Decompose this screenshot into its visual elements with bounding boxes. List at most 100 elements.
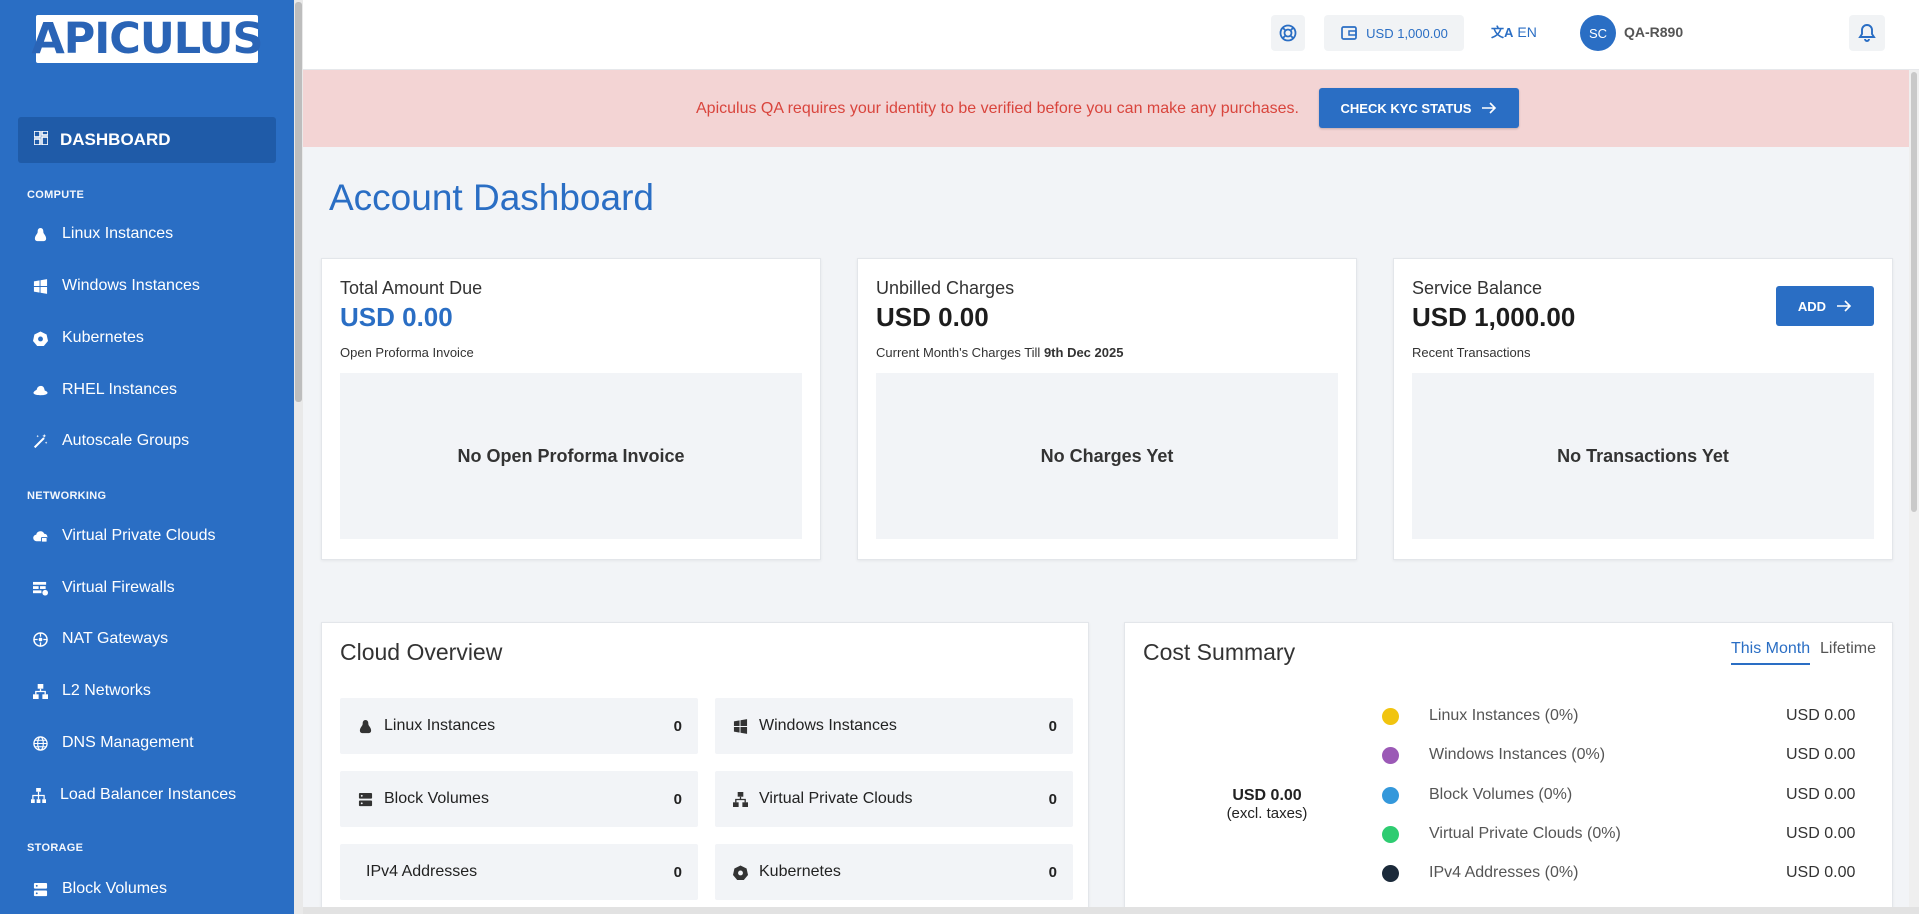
sidebar-item-nat-gateways[interactable]: NAT Gateways <box>32 625 168 653</box>
tile-count: 0 <box>1048 717 1057 735</box>
sidebar-item-label: L2 Networks <box>62 682 151 699</box>
language-selector[interactable]: 文A EN <box>1491 22 1537 41</box>
tile-label: Block Volumes <box>384 790 489 807</box>
section-title: Cost Summary <box>1143 639 1296 665</box>
main-scrollbar[interactable] <box>1909 70 1919 914</box>
sidebar-item-load-balancer-instances[interactable]: Load Balancer Instances <box>30 781 236 809</box>
empty-state: No Charges Yet <box>876 373 1338 539</box>
amount-due-value: USD 0.00 <box>340 302 453 332</box>
add-funds-button[interactable]: ADD <box>1776 286 1874 326</box>
horizontal-scrollbar[interactable] <box>303 907 1919 914</box>
windows-icon <box>32 278 48 294</box>
overview-tile-ipv4[interactable]: IPv4 Addresses 0 <box>340 844 698 900</box>
network-icon <box>731 791 749 807</box>
overview-tile-block-volumes[interactable]: Block Volumes 0 <box>340 771 698 827</box>
page-title: Account Dashboard <box>329 177 654 218</box>
username[interactable]: QA-R890 <box>1624 24 1683 40</box>
sidebar-item-windows-instances[interactable]: Windows Instances <box>32 272 200 300</box>
avatar[interactable]: SC <box>1580 15 1616 51</box>
total-amount-due-card: Total Amount Due USD 0.00 Open Proforma … <box>321 258 821 560</box>
sidebar-item-linux-instances[interactable]: Linux Instances <box>32 220 173 248</box>
cloud-overview-card: Cloud Overview Linux Instances 0 Windows… <box>321 622 1089 914</box>
overview-tile-linux[interactable]: Linux Instances 0 <box>340 698 698 754</box>
windows-icon <box>731 718 749 734</box>
empty-state: No Open Proforma Invoice <box>340 373 802 539</box>
notifications-button[interactable] <box>1849 15 1885 51</box>
wallet-icon <box>1341 26 1358 40</box>
legend-item: Block Volumes (0%) USD 0.00 <box>1382 784 1882 806</box>
sidebar-item-label: RHEL Instances <box>62 381 178 398</box>
sidebar-item-label: DNS Management <box>62 734 194 751</box>
unbilled-charges-card: Unbilled Charges USD 0.00 Current Month'… <box>857 258 1357 560</box>
sidebar-item-label: Kubernetes <box>62 329 144 346</box>
storage-icon <box>32 881 48 897</box>
sidebar-item-dns-management[interactable]: DNS Management <box>32 729 194 757</box>
card-subtitle: Open Proforma Invoice <box>340 345 474 360</box>
legend-amount: USD 0.00 <box>1786 746 1856 763</box>
sidebar-item-label: Load Balancer Instances <box>60 786 237 803</box>
kyc-button-label: CHECK KYC STATUS <box>1340 100 1472 116</box>
sidebar-scrollbar-thumb[interactable] <box>295 2 302 402</box>
legend-item: IPv4 Addresses (0%) USD 0.00 <box>1382 862 1882 884</box>
sidebar-item-label: Windows Instances <box>62 277 200 294</box>
sidebar-item-autoscale-groups[interactable]: Autoscale Groups <box>32 427 189 455</box>
check-kyc-status-button[interactable]: CHECK KYC STATUS <box>1319 88 1519 128</box>
cost-total-note: (excl. taxes) <box>1226 805 1308 822</box>
sidebar-item-label: Linux Instances <box>62 225 174 242</box>
sidebar-item-virtual-firewalls[interactable]: Virtual Firewalls <box>32 574 175 602</box>
kubernetes-icon <box>32 330 48 346</box>
cost-total-value: USD 0.00 <box>1232 787 1302 804</box>
globe-icon <box>32 735 48 751</box>
card-label: Unbilled Charges <box>876 278 1015 298</box>
sidebar-item-virtual-private-clouds[interactable]: Virtual Private Clouds <box>32 522 216 550</box>
main-scrollbar-thumb[interactable] <box>1911 72 1917 512</box>
firewall-icon <box>32 580 48 596</box>
legend-label: Linux Instances (0%) <box>1429 707 1579 724</box>
sidebar-item-label: Virtual Private Clouds <box>62 527 216 544</box>
legend-label: Block Volumes (0%) <box>1429 786 1573 803</box>
sidebar-item-dashboard[interactable]: DASHBOARD <box>18 117 276 163</box>
magic-wand-icon <box>32 433 48 449</box>
sidebar-item-block-volumes[interactable]: Block Volumes <box>32 875 167 903</box>
legend-dot <box>1382 864 1399 882</box>
apiculus-logo[interactable]: APICULUS <box>31 15 264 63</box>
support-button[interactable] <box>1271 15 1305 51</box>
overview-tile-windows[interactable]: Windows Instances 0 <box>715 698 1073 754</box>
wallet-button[interactable]: USD 1,000.00 <box>1324 15 1464 51</box>
arrow-right-icon <box>1837 300 1852 312</box>
tab-this-month[interactable]: This Month <box>1731 640 1811 665</box>
sidebar-item-rhel-instances[interactable]: RHEL Instances <box>32 376 177 404</box>
wallet-balance: USD 1,000.00 <box>1366 25 1448 41</box>
tile-label: Linux Instances <box>384 717 496 734</box>
section-title: Cloud Overview <box>340 639 503 665</box>
topbar: USD 1,000.00 文A EN SC QA-R890 <box>303 0 1919 70</box>
tab-lifetime[interactable]: Lifetime <box>1820 640 1876 658</box>
sidebar-item-label: Autoscale Groups <box>62 432 190 449</box>
charges-till-date: 9th Dec 2025 <box>1043 345 1124 360</box>
tile-count: 0 <box>673 790 682 808</box>
legend-amount: USD 0.00 <box>1786 864 1856 881</box>
sidebar-item-kubernetes[interactable]: Kubernetes <box>32 324 144 352</box>
legend-item: Windows Instances (0%) USD 0.00 <box>1382 744 1882 766</box>
overview-tile-kubernetes[interactable]: Kubernetes 0 <box>715 844 1073 900</box>
section-title-networking: NETWORKING <box>27 490 107 502</box>
sidebar-item-l2-networks[interactable]: L2 Networks <box>32 677 151 705</box>
tile-label: IPv4 Addresses <box>366 863 478 880</box>
sidebar-item-label: Virtual Firewalls <box>62 579 175 596</box>
legend-item: Linux Instances (0%) USD 0.00 <box>1382 705 1882 727</box>
arrow-right-icon <box>1482 102 1497 114</box>
tile-label: Virtual Private Clouds <box>759 790 913 807</box>
tile-count: 0 <box>673 717 682 735</box>
tile-count: 0 <box>1048 863 1057 881</box>
cost-total: USD 0.00 (excl. taxes) <box>1197 787 1337 822</box>
legend-dot <box>1382 825 1399 843</box>
sidebar-item-label: Block Volumes <box>62 880 167 897</box>
overview-tile-vpc[interactable]: Virtual Private Clouds 0 <box>715 771 1073 827</box>
section-title-storage: STORAGE <box>27 842 84 854</box>
section-title-compute: COMPUTE <box>27 189 85 201</box>
linux-icon <box>32 226 48 242</box>
sidebar-scrollbar[interactable] <box>294 0 303 914</box>
lifebuoy-icon <box>1279 24 1297 42</box>
card-label: Service Balance <box>1412 278 1543 298</box>
kyc-message: Apiculus QA requires your identity to be… <box>696 100 1299 117</box>
